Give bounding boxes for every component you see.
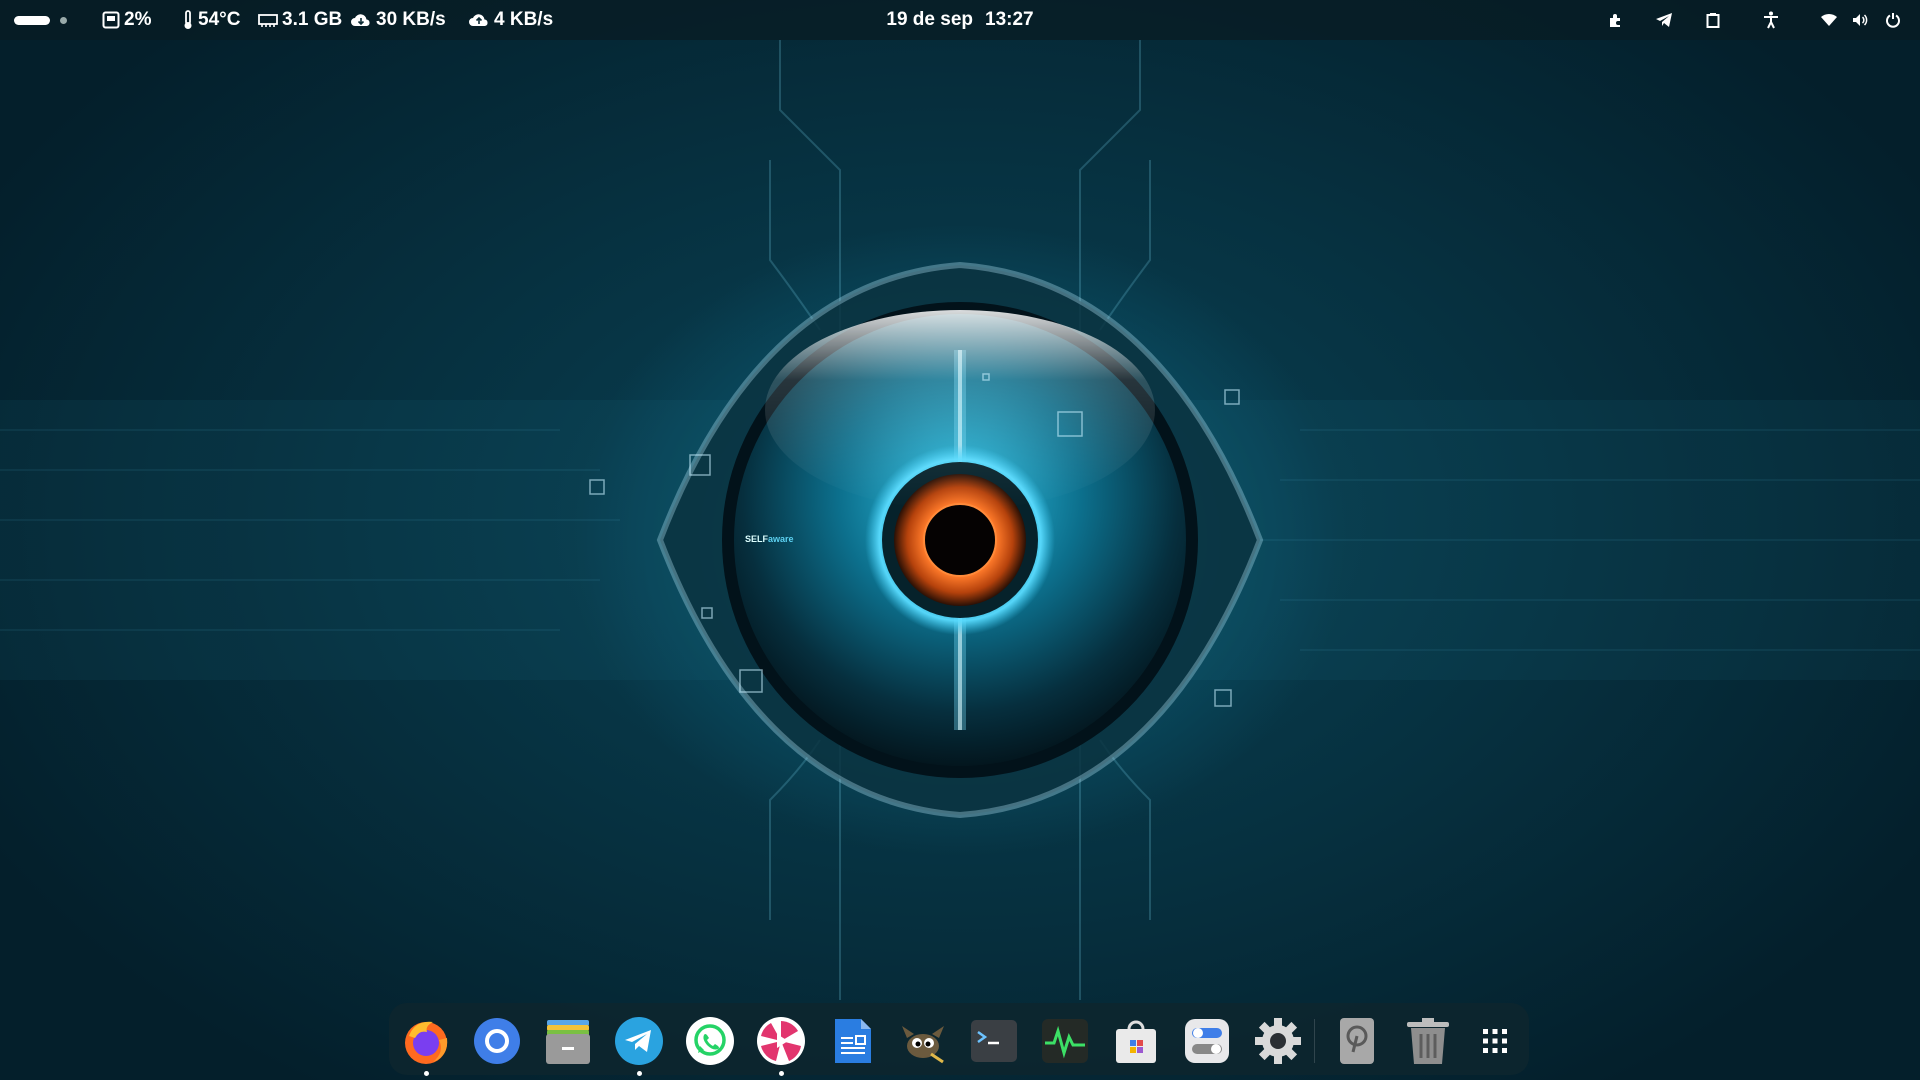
gimp-icon: [902, 1026, 944, 1064]
dock-app-media-player[interactable]: [756, 1016, 806, 1076]
running-indicator: [637, 1071, 642, 1076]
dock: [389, 1003, 1529, 1076]
running-indicator: [779, 1071, 784, 1076]
running-indicator: [424, 1071, 429, 1076]
disk-drive-icon: [1340, 1018, 1374, 1064]
power-icon[interactable]: [1882, 0, 1904, 40]
volume-icon[interactable]: [1849, 0, 1871, 40]
app-grid-icon: [1483, 1029, 1507, 1053]
software-store-icon: [1116, 1020, 1156, 1063]
date-time-menu[interactable]: 19 de sep 13:27: [0, 0, 1920, 40]
media-player-icon: [757, 1017, 805, 1065]
dock-app-settings[interactable]: [1253, 1016, 1303, 1066]
extensions-icon[interactable]: [1604, 0, 1626, 40]
top-panel: 2% 54°C 3.1 GB 30 KB/s 4 KB/s 19 de sep …: [0, 0, 1920, 40]
settings-gear-icon: [1255, 1018, 1301, 1064]
telegram-icon: [615, 1017, 663, 1065]
dock-app-files[interactable]: [543, 1016, 593, 1066]
svg-text:SELFaware: SELFaware: [745, 534, 794, 544]
system-monitor-icon: [1042, 1019, 1088, 1063]
desktop-wallpaper: SELFaware: [0, 40, 1920, 1000]
wifi-icon[interactable]: [1818, 0, 1840, 40]
dock-app-tweaks[interactable]: [1182, 1016, 1232, 1066]
dock-app-firefox[interactable]: [401, 1016, 451, 1076]
dock-app-gimp[interactable]: [898, 1016, 948, 1066]
firefox-icon: [405, 1021, 448, 1064]
telegram-icon[interactable]: [1652, 0, 1676, 40]
files-icon: [546, 1020, 590, 1064]
terminal-icon: [971, 1020, 1017, 1062]
tweaks-icon: [1185, 1019, 1229, 1063]
clipboard-icon[interactable]: [1702, 0, 1724, 40]
dock-show-applications[interactable]: [1470, 1016, 1520, 1066]
dock-app-trash[interactable]: [1403, 1016, 1453, 1066]
document-editor-icon: [835, 1019, 871, 1063]
date-label: 19 de sep: [886, 9, 973, 30]
dock-app-terminal[interactable]: [969, 1016, 1019, 1066]
accessibility-icon[interactable]: [1760, 0, 1782, 40]
dock-app-chromium[interactable]: [472, 1016, 522, 1066]
dock-app-document-editor[interactable]: [827, 1016, 877, 1066]
whatsapp-icon: [686, 1017, 734, 1065]
dock-app-disks[interactable]: [1332, 1016, 1382, 1066]
dock-app-telegram[interactable]: [614, 1016, 664, 1076]
dock-separator: [1314, 1019, 1315, 1063]
dock-app-software-store[interactable]: [1111, 1016, 1161, 1066]
dock-app-whatsapp[interactable]: [685, 1016, 735, 1066]
dock-app-system-monitor[interactable]: [1040, 1016, 1090, 1066]
time-label: 13:27: [985, 9, 1034, 30]
chromium-icon: [474, 1018, 520, 1064]
trash-icon: [1407, 1018, 1449, 1064]
